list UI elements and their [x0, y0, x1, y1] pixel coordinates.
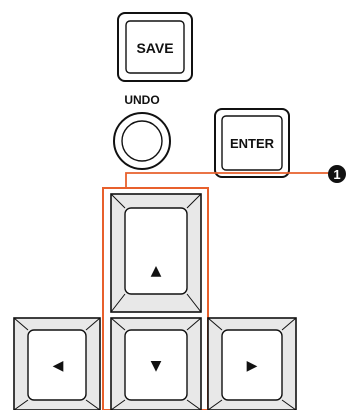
- diagram-svg: SAVE UNDO ENTER 1 ▲ ◀ ▼ ▶: [13, 12, 346, 410]
- callout-badge: 1: [328, 165, 346, 183]
- save-key[interactable]: SAVE: [117, 12, 193, 82]
- right-arrow-icon: ▶: [247, 358, 258, 374]
- down-arrow-icon: ▼: [151, 358, 162, 374]
- save-key-label: SAVE: [136, 40, 173, 56]
- control-panel-diagram: SAVE UNDO ENTER 1 ▲ ◀ ▼ ▶: [0, 0, 347, 410]
- right-arrow-key[interactable]: ▶: [207, 317, 297, 410]
- undo-knob[interactable]: [113, 112, 171, 170]
- callout-number: 1: [333, 167, 340, 182]
- undo-label: UNDO: [124, 93, 159, 107]
- enter-key[interactable]: ENTER: [214, 108, 290, 178]
- enter-key-label: ENTER: [230, 136, 275, 151]
- up-arrow-key[interactable]: ▲: [110, 193, 202, 313]
- left-arrow-key[interactable]: ◀: [13, 317, 101, 410]
- left-arrow-icon: ◀: [53, 358, 64, 374]
- down-arrow-key[interactable]: ▼: [110, 317, 202, 410]
- up-arrow-icon: ▲: [151, 263, 162, 279]
